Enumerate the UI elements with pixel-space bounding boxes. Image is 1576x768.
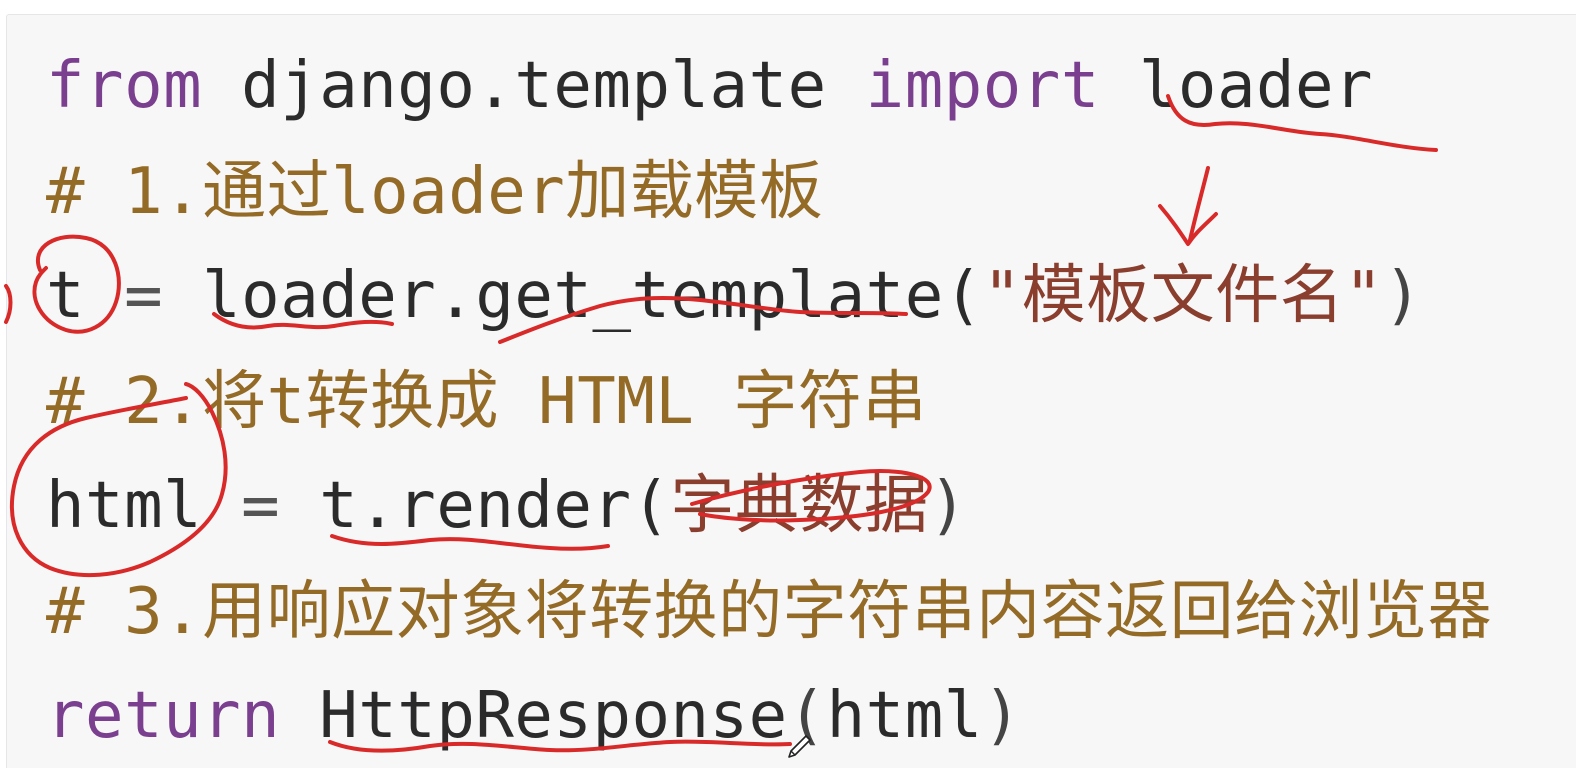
imported-name: loader — [1138, 49, 1374, 123]
code-line-1: from django.template import loader — [46, 46, 1373, 126]
from-keyword: from — [46, 49, 203, 123]
var-html: html — [46, 469, 203, 543]
close-paren: ) — [1383, 259, 1423, 333]
html-arg: html — [826, 679, 983, 753]
assign-operator: = — [124, 259, 164, 333]
code-line-7: return HttpResponse(html) — [46, 676, 1022, 756]
import-keyword: import — [865, 49, 1100, 123]
pen-cursor-icon — [788, 735, 811, 758]
template-name-string: "模板文件名" — [982, 259, 1384, 333]
code-line-3: t = loader.get_template("模板文件名") — [46, 256, 1422, 336]
module-name: django.template — [241, 49, 827, 123]
close-paren: ) — [928, 469, 968, 543]
code-line-5: html = t.render(字典数据) — [46, 466, 968, 546]
var-t: t — [46, 259, 86, 333]
render-call: t.render( — [319, 469, 671, 543]
code-comment-2: # 2.将t转换成 HTML 字符串 — [46, 365, 927, 439]
close-paren: ) — [982, 679, 1022, 753]
assign-operator: = — [241, 469, 281, 543]
code-comment-3: # 3.用响应对象将转换的字符串内容返回给浏览器 — [46, 575, 1493, 649]
get-template-call: loader.get_template( — [202, 259, 983, 333]
return-keyword: return — [46, 679, 281, 753]
dict-data-arg: 字典数据 — [670, 469, 929, 543]
http-response-call: HttpResponse — [319, 679, 788, 753]
screen: from django.template import loader # 1.通… — [0, 0, 1576, 768]
code-comment-1: # 1.通过loader加载模板 — [46, 155, 824, 229]
